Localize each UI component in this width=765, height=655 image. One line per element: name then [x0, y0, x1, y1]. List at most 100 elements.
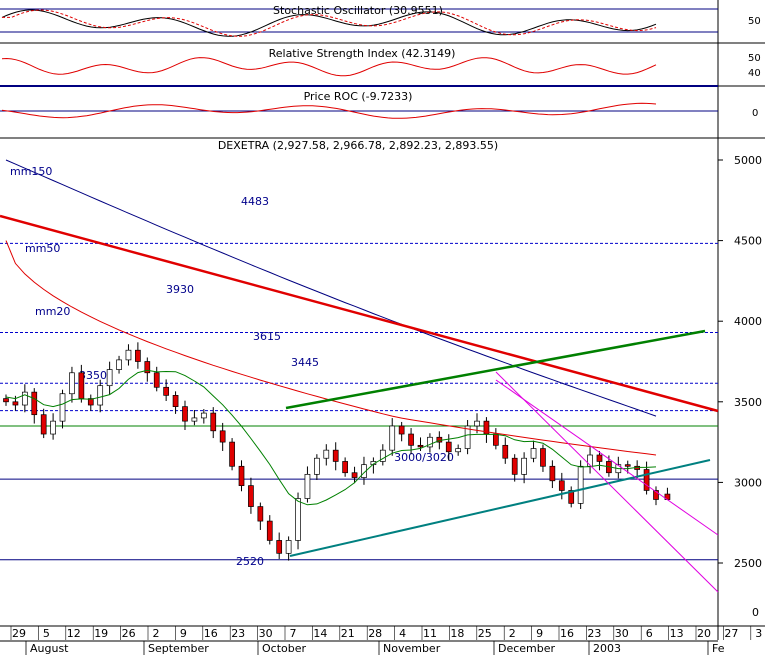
- mm50-line: [5, 240, 657, 456]
- x-tick-label: 16: [204, 627, 218, 640]
- price-tick-label: 4500: [734, 235, 762, 248]
- candle-body: [417, 444, 424, 448]
- candle-body: [266, 520, 273, 541]
- x-tick-label: 9: [536, 627, 543, 640]
- candle-body: [172, 395, 179, 407]
- candle-body: [624, 464, 631, 467]
- candle-body: [558, 480, 565, 491]
- candle-body: [116, 359, 122, 370]
- candle-body: [577, 465, 584, 504]
- level-label-2520: 2520: [236, 555, 264, 568]
- x-tick-label: 9: [180, 627, 187, 640]
- rsi-line: [1, 57, 657, 77]
- candle-body: [182, 406, 188, 422]
- rsi-ytick: 40: [748, 68, 761, 79]
- ma-label-mm50: mm50: [25, 242, 60, 255]
- level-label-4483: 4483: [241, 195, 269, 208]
- candle-body: [69, 372, 75, 395]
- mm20-line: [5, 369, 657, 506]
- candle-body: [21, 391, 28, 406]
- candle-body: [276, 540, 283, 554]
- x-tick-label: 26: [122, 627, 136, 640]
- candle-body: [342, 461, 348, 474]
- panel-label-rsi: Relative Strength Index (42.3149): [269, 47, 456, 60]
- candle-body: [163, 386, 169, 396]
- x-tick-label: 27: [724, 627, 738, 640]
- candle-body: [40, 414, 47, 435]
- x-tick-label: 2: [153, 627, 160, 640]
- candle-body: [97, 385, 104, 406]
- candle-body: [408, 433, 414, 446]
- month-label: August: [30, 642, 69, 655]
- candle-body: [455, 448, 462, 453]
- roc-ytick: 0: [752, 108, 758, 119]
- candle-body: [125, 349, 132, 361]
- month-label: September: [148, 642, 209, 655]
- candle-body: [3, 398, 9, 403]
- x-tick-label: 30: [615, 627, 629, 640]
- candle-body: [332, 449, 339, 462]
- month-label: November: [383, 642, 441, 655]
- chart-root: Stochastic Oscillator (30.9551) Relative …: [0, 0, 765, 655]
- candle-body: [229, 441, 235, 467]
- x-tick-label: 30: [259, 627, 273, 640]
- level-label-3930: 3930: [166, 283, 194, 296]
- ma-label-mm150: mm150: [10, 165, 52, 178]
- candle-body: [210, 412, 217, 432]
- level-label-3000/3020: 3000/3020: [394, 451, 454, 464]
- level-label-3445: 3445: [291, 356, 319, 369]
- candle-body: [445, 441, 452, 453]
- month-label: October: [262, 642, 306, 655]
- x-tick-label: 19: [94, 627, 108, 640]
- stochastic-ytick: 50: [748, 16, 761, 27]
- x-tick-label: 21: [341, 627, 355, 640]
- price-title: DEXETRA (2,927.58, 2,966.78, 2,892.23, 2…: [218, 139, 498, 152]
- candle-body: [511, 457, 518, 475]
- candle-body: [106, 369, 113, 387]
- chart-svg: Stochastic Oscillator (30.9551) Relative …: [0, 0, 765, 655]
- candle-body: [257, 506, 264, 522]
- x-tick-label: 28: [368, 627, 382, 640]
- x-tick-label: 16: [560, 627, 574, 640]
- price-tick-label: 5000: [734, 154, 762, 167]
- candle-body: [31, 391, 38, 416]
- candle-body: [549, 465, 556, 482]
- candle-body: [596, 454, 603, 462]
- candle-body: [295, 498, 301, 541]
- ma-label-mm20: mm20: [35, 305, 70, 318]
- candle-body: [314, 457, 320, 475]
- candle-body: [643, 469, 650, 491]
- candle-body: [351, 472, 358, 478]
- candle-body: [135, 349, 141, 362]
- candle-body: [78, 372, 85, 399]
- x-tick-label: 29: [12, 627, 26, 640]
- month-label: Fe: [712, 642, 725, 655]
- candle-body: [493, 433, 499, 446]
- x-tick-label: 13: [670, 627, 684, 640]
- x-tick-label: 14: [313, 627, 327, 640]
- price-tick-label: 3000: [734, 476, 762, 489]
- candle-body: [389, 425, 396, 451]
- candle-body: [248, 485, 254, 507]
- price-tick-label: 2500: [734, 557, 762, 570]
- price-tick-label: 0: [752, 606, 759, 619]
- candle-body: [200, 412, 207, 419]
- candle-body: [521, 457, 527, 475]
- candle-body: [219, 430, 226, 443]
- x-tick-label: 23: [587, 627, 601, 640]
- candle-body: [323, 449, 330, 459]
- candle-body: [530, 448, 537, 459]
- level-label-3615: 3615: [253, 330, 281, 343]
- x-tick-label: 18: [450, 627, 464, 640]
- candle-body: [304, 473, 311, 499]
- candle-body: [398, 425, 405, 435]
- candle-body: [502, 444, 509, 459]
- x-tick-label: 4: [399, 627, 406, 640]
- channel-lower-line: [495, 371, 719, 593]
- x-tick-label: 5: [43, 627, 50, 640]
- x-tick-label: 7: [290, 627, 297, 640]
- candle-body: [191, 417, 198, 422]
- candle-body: [50, 420, 56, 435]
- x-tick-label: 2: [509, 627, 516, 640]
- candle-body: [12, 401, 19, 406]
